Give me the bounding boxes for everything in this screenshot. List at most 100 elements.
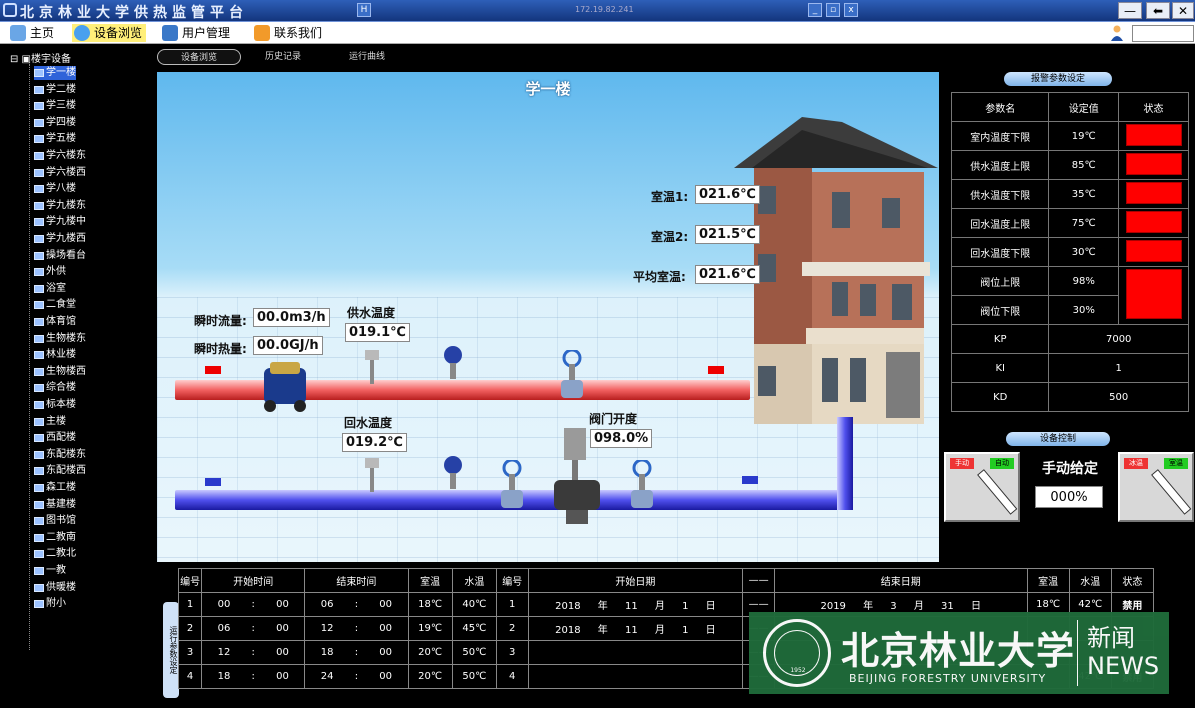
end-minute[interactable]: 00	[379, 599, 392, 610]
start-date-cell[interactable]: 2018 年 11 月 1 日	[527, 616, 744, 641]
alarm-value[interactable]: 19℃	[1048, 121, 1120, 151]
alarm-value[interactable]: 85℃	[1048, 150, 1120, 180]
sidebar-item[interactable]: 浴室	[34, 282, 66, 296]
start-time-cell[interactable]: 18 : 00	[201, 664, 306, 689]
sidebar-item[interactable]: 森工楼	[34, 481, 76, 495]
menu-device-browse[interactable]: 设备浏览	[72, 24, 147, 42]
end-minute[interactable]: 00	[379, 623, 392, 634]
sidebar-item[interactable]: 一教	[34, 564, 66, 578]
schedule-side-tab[interactable]: 运行参数设定	[163, 602, 179, 698]
sidebar-item[interactable]: 体育馆	[34, 315, 76, 329]
kd-value[interactable]: 500	[1048, 382, 1189, 412]
manual-auto-switch[interactable]: 手动 自动	[944, 452, 1020, 522]
end-hour[interactable]: 06	[321, 599, 334, 610]
sidebar-item[interactable]: 生物楼西	[34, 365, 86, 379]
alarm-value[interactable]: 35℃	[1048, 179, 1120, 209]
end-time-cell[interactable]: 24 : 00	[304, 664, 409, 689]
alarm-value[interactable]: 75℃	[1048, 208, 1120, 238]
water-temp-cell[interactable]: 50℃	[451, 664, 497, 689]
end-time-cell[interactable]: 06 : 00	[304, 592, 409, 617]
room-temp-cell[interactable]: 20℃	[407, 640, 453, 665]
alarm-value[interactable]: 98%	[1048, 266, 1120, 296]
sidebar-item[interactable]: 外供	[34, 265, 66, 279]
tab-history[interactable]: 历史记录	[253, 49, 313, 65]
water-temp-cell[interactable]: 50℃	[451, 640, 497, 665]
end-hour[interactable]: 12	[321, 623, 334, 634]
end-month[interactable]: 3	[890, 601, 896, 612]
sidebar-item[interactable]: 学二楼	[34, 83, 76, 97]
sidebar-item[interactable]: 学六楼西	[34, 166, 86, 180]
user-avatar-icon[interactable]	[1110, 25, 1124, 41]
user-input[interactable]	[1132, 25, 1194, 42]
window-small-close-button[interactable]: x	[844, 3, 858, 17]
menu-home[interactable]: 主页	[8, 24, 54, 42]
start-date-cell[interactable]	[527, 640, 744, 665]
water-room-switch[interactable]: 冰温 室温	[1118, 452, 1194, 522]
sidebar-item[interactable]: 林业楼	[34, 348, 76, 362]
end-minute[interactable]: 00	[379, 671, 392, 682]
start-year[interactable]: 2018	[555, 625, 580, 636]
tab-device-browse[interactable]: 设备浏览	[157, 49, 241, 65]
room-temp-cell[interactable]: 18℃	[407, 592, 453, 617]
start-hour[interactable]: 18	[218, 671, 231, 682]
start-month[interactable]: 11	[625, 625, 638, 636]
sidebar-item[interactable]: 生物楼东	[34, 332, 86, 346]
sidebar-item[interactable]: 学一楼	[34, 66, 76, 80]
sidebar-item[interactable]: 学四楼	[34, 116, 76, 130]
start-date-cell[interactable]: 2018 年 11 月 1 日	[527, 592, 744, 617]
sidebar-item[interactable]: 综合楼	[34, 381, 76, 395]
start-time-cell[interactable]: 06 : 00	[201, 616, 306, 641]
room-temp-cell[interactable]: 19℃	[407, 616, 453, 641]
sidebar-item[interactable]: 基建楼	[34, 498, 76, 512]
end-hour[interactable]: 24	[321, 671, 334, 682]
menu-contact[interactable]: 联系我们	[252, 24, 322, 42]
water-temp-cell[interactable]: 40℃	[451, 592, 497, 617]
kp-value[interactable]: 7000	[1048, 324, 1189, 354]
switch2-lever[interactable]	[1151, 469, 1192, 515]
start-year[interactable]: 2018	[555, 601, 580, 612]
water-temp-cell[interactable]: 45℃	[451, 616, 497, 641]
start-minute[interactable]: 00	[276, 599, 289, 610]
end-minute[interactable]: 00	[379, 647, 392, 658]
end-time-cell[interactable]: 12 : 00	[304, 616, 409, 641]
start-hour[interactable]: 12	[218, 647, 231, 658]
end-day[interactable]: 31	[941, 601, 954, 612]
restore-small-icon[interactable]: H	[357, 3, 371, 17]
sidebar-item[interactable]: 学九楼西	[34, 232, 86, 246]
sidebar-item[interactable]: 图书馆	[34, 514, 76, 528]
sidebar-item[interactable]: 附小	[34, 597, 66, 611]
sidebar-item[interactable]: 供暖楼	[34, 581, 76, 595]
menu-user-management[interactable]: 用户管理	[160, 24, 230, 42]
sidebar-item[interactable]: 东配楼东	[34, 448, 86, 462]
sidebar-item[interactable]: 操场看台	[34, 249, 86, 263]
back-arrow-icon[interactable]: ⬅	[1146, 2, 1170, 19]
tab-run-curve[interactable]: 运行曲线	[337, 49, 397, 65]
sidebar-item[interactable]: 二教南	[34, 531, 76, 545]
start-day[interactable]: 1	[682, 601, 688, 612]
switch1-lever[interactable]	[977, 469, 1018, 515]
sidebar-item[interactable]: 东配楼西	[34, 464, 86, 478]
sidebar-item[interactable]: 学九楼东	[34, 199, 86, 213]
start-month[interactable]: 11	[625, 601, 638, 612]
sidebar-item[interactable]: 学九楼中	[34, 215, 86, 229]
start-minute[interactable]: 00	[276, 671, 289, 682]
start-minute[interactable]: 00	[276, 623, 289, 634]
start-time-cell[interactable]: 00 : 00	[201, 592, 306, 617]
sidebar-item[interactable]: 标本楼	[34, 398, 76, 412]
start-minute[interactable]: 00	[276, 647, 289, 658]
sidebar-item[interactable]: 学三楼	[34, 99, 76, 113]
end-hour[interactable]: 18	[321, 647, 334, 658]
minimize-button[interactable]: —	[1118, 2, 1142, 19]
sidebar-item[interactable]: 学六楼东	[34, 149, 86, 163]
start-hour[interactable]: 06	[218, 623, 231, 634]
alarm-value[interactable]: 30℃	[1048, 237, 1120, 267]
close-button[interactable]: ✕	[1172, 2, 1194, 19]
ki-value[interactable]: 1	[1048, 353, 1189, 383]
alarm-value[interactable]: 30%	[1048, 295, 1120, 325]
sidebar-item[interactable]: 主楼	[34, 415, 66, 429]
sidebar-item[interactable]: 学八楼	[34, 182, 76, 196]
window-small-restore-button[interactable]: ▫	[826, 3, 840, 17]
tree-root[interactable]: ⊟ ▣楼宇设备	[10, 50, 71, 65]
start-day[interactable]: 1	[682, 625, 688, 636]
start-date-cell[interactable]	[527, 664, 744, 689]
